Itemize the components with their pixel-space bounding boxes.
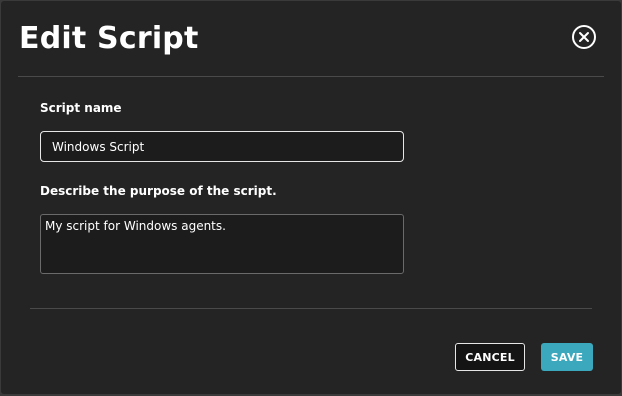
script-description-label: Describe the purpose of the script. bbox=[40, 184, 277, 198]
script-name-input[interactable] bbox=[40, 131, 404, 162]
close-button[interactable] bbox=[571, 24, 597, 50]
dialog-title: Edit Script bbox=[19, 21, 199, 56]
script-name-label: Script name bbox=[40, 101, 122, 115]
script-description-textarea[interactable]: My script for Windows agents. bbox=[40, 214, 404, 274]
cancel-button[interactable]: CANCEL bbox=[455, 343, 525, 371]
close-circle-icon bbox=[571, 24, 597, 50]
header-divider bbox=[18, 76, 604, 77]
footer-divider bbox=[30, 308, 592, 309]
save-button[interactable]: SAVE bbox=[541, 343, 593, 371]
edit-script-dialog: Edit Script Script name Describe the pur… bbox=[1, 1, 621, 394]
